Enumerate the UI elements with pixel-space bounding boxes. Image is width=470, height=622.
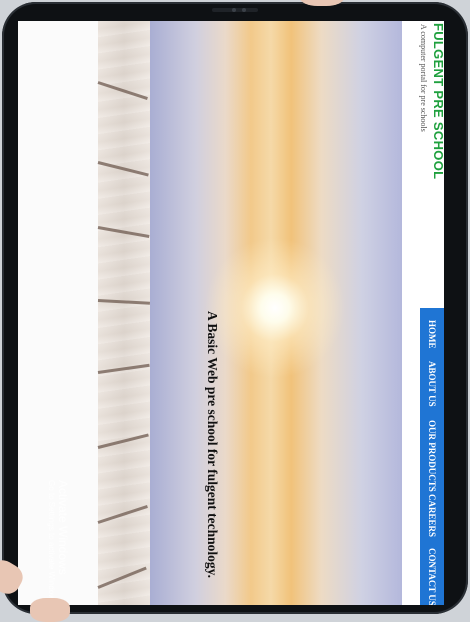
hero-sunset-image xyxy=(150,21,402,605)
activate-windows-title: Activate Windows xyxy=(56,480,70,575)
site-logo-text[interactable]: FULGENT PRE SCHOOL xyxy=(431,23,444,179)
site-tagline: A computer portal for pre schools xyxy=(419,24,428,132)
activate-windows-subtitle: Go to Settings to activate Windows. xyxy=(47,480,56,605)
tablet-frame: FULGENT PRE SCHOOL A computer portal for… xyxy=(2,2,468,614)
nav-contact-us[interactable]: CONTACT US xyxy=(427,548,437,605)
nav-about-us[interactable]: ABOUT US xyxy=(427,361,437,407)
nav-our-products[interactable]: OUR PRODUCTS xyxy=(427,420,437,492)
nav-careers[interactable]: CAREERS xyxy=(427,494,437,537)
hero-heading: A Basic Web pre school for fulgent techn… xyxy=(205,311,220,579)
website-page: FULGENT PRE SCHOOL A computer portal for… xyxy=(18,21,444,605)
tablet-screen: FULGENT PRE SCHOOL A computer portal for… xyxy=(18,21,444,605)
camera-bar xyxy=(212,8,258,12)
finger-bottom xyxy=(30,598,70,622)
nav-home[interactable]: HOME xyxy=(427,320,437,349)
main-nav: HOME ABOUT US OUR PRODUCTS CAREERS CONTA… xyxy=(420,308,444,605)
